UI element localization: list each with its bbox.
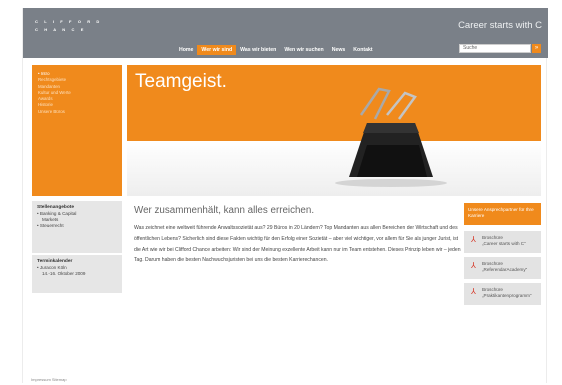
page-frame: C L I F F O R D C H A N C E Career start…	[22, 8, 548, 383]
nav-wen-wir-suchen[interactable]: Wen wir suchen	[280, 45, 327, 55]
brochure-referendar-link[interactable]: ⅄ Broschüre „ReferendarAcademy“	[464, 257, 541, 279]
nav-news[interactable]: News	[328, 45, 350, 55]
footer-links[interactable]: Impressum Sitemap	[31, 377, 67, 382]
event-date: 14.-16. Oktober 2009	[42, 271, 86, 276]
site-header: C L I F F O R D C H A N C E Career start…	[23, 8, 548, 58]
contact-persons-link[interactable]: Unsere Ansprechpartner für Ihre Karriere	[464, 203, 541, 225]
nav-wer-wir-sind[interactable]: Wer wir sind	[197, 45, 237, 55]
job-offer-steuerrecht[interactable]: • Steuerrecht	[37, 223, 117, 229]
content-title: Wer zusammenhält, kann alles erreichen.	[134, 205, 315, 216]
brochure-career-link[interactable]: ⅄ Broschüre „Career starts with C“	[464, 231, 541, 253]
brochure-title: „Career starts with C“	[482, 241, 526, 246]
pdf-icon: ⅄	[471, 261, 476, 270]
pdf-icon: ⅄	[471, 235, 476, 244]
nav-was-wir-bieten[interactable]: Was wir bieten	[236, 45, 280, 55]
section-nav-bueros[interactable]: Unsere Büros	[38, 109, 116, 115]
hero-banner: Teamgeist.	[127, 65, 541, 196]
brochure-title: „ReferendarAcademy“	[482, 267, 528, 272]
search-submit-button[interactable]: »	[532, 44, 541, 53]
events-box: Terminkalender • Juracon Köln 14.-16. Ok…	[32, 255, 122, 293]
nav-kontakt[interactable]: Kontakt	[349, 45, 376, 55]
job-offers-box: Stellenangebote • Banking & Capital Mark…	[32, 201, 122, 253]
main-nav: Home Wer wir sind Was wir bieten Wen wir…	[175, 45, 377, 55]
events-title: Terminkalender	[37, 259, 73, 264]
brochure-title: „Praktikantenprogramm“	[482, 293, 532, 298]
pdf-icon: ⅄	[471, 287, 476, 296]
search-arrow-icon: »	[534, 45, 539, 51]
clifford-chance-logo[interactable]: C L I F F O R D C H A N C E	[35, 18, 102, 34]
hero-title: Teamgeist.	[135, 71, 227, 92]
logo-line-1: C L I F F O R D	[35, 19, 102, 24]
job-offers-title: Stellenangebote	[37, 205, 75, 210]
search-input[interactable]: Suche	[459, 44, 531, 53]
tagline: Career starts with C	[458, 20, 542, 31]
brochure-praktikanten-link[interactable]: ⅄ Broschüre „Praktikantenprogramm“	[464, 283, 541, 305]
nav-home[interactable]: Home	[175, 45, 197, 55]
content-body: Was zeichnet eine weltweit führende Anwa…	[134, 225, 461, 264]
section-nav: • Intro Rechtsgebiete Mandanten Kultur u…	[32, 65, 122, 196]
logo-line-2: C H A N C E	[35, 27, 86, 32]
binder-clip-image	[335, 87, 447, 187]
